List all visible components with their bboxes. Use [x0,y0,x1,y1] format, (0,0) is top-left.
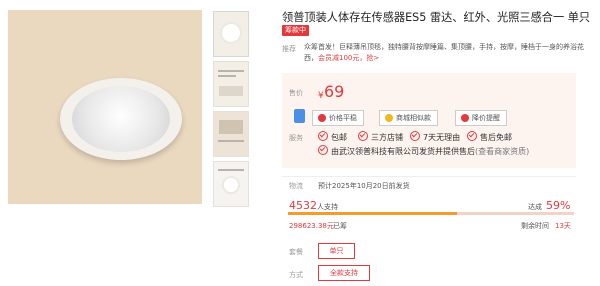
delivery-estimate: 预计2025年10月20日前发货 [318,182,410,190]
payment-option-full[interactable]: 全款支持 [318,265,370,281]
seller-qualification-link[interactable]: (查看商家资质) [475,147,529,156]
seller-info: 由武汉领普科技有限公司发货并提供售后(查看商家资质) [318,145,529,157]
check-icon [410,131,420,141]
funding-progress-bar [288,212,457,215]
thumbnail-4[interactable] [213,161,249,207]
check-icon [318,145,328,155]
price-trend-button[interactable]: 价格平稳 [312,110,364,126]
thumbnail-1[interactable] [213,11,249,57]
remaining-time: 13天 [555,222,571,230]
price-alert-label: 降价提醒 [472,114,500,122]
check-icon [358,131,368,141]
service-7day-return: 7天无理由 [423,133,461,142]
seller-text: 由武汉领普科技有限公司发货并提供售后 [331,147,475,156]
delivery-label: 物流 [289,182,303,190]
remaining-time-label: 剩余时间 [521,222,549,230]
service-free-shipping: 包邮 [331,133,347,142]
status-badge: 筹款中 [282,25,309,36]
similar-items-label: 商城相似款 [396,114,431,122]
similar-icon [385,114,393,122]
service-free-return-shipping: 售后免邮 [480,133,512,142]
price-trend-icon [318,114,326,122]
divider [282,176,576,177]
check-icon [467,131,477,141]
product-title: 领普顶装人体存在传感器ES5 雷达、红外、光照三感合一 单只 [282,11,591,24]
price-trend-label: 价格平稳 [329,114,357,122]
bell-icon [461,114,469,122]
sensor-lens [72,86,170,152]
thumbnail-2[interactable] [213,61,249,107]
currency-symbol: ¥ [318,91,324,101]
package-option-single[interactable]: 单只 [318,243,355,259]
buy-icon [294,109,305,123]
services-label: 服务 [289,134,303,142]
thumbnail-3[interactable] [213,111,249,157]
service-item: 包邮 [318,131,347,143]
funding-rate-label: 达成 [528,203,542,211]
recommend-label: 推荐 [282,45,296,53]
service-item: 三方店铺 [358,131,403,143]
service-item: 售后免邮 [467,131,512,143]
similar-items-button[interactable]: 商城相似款 [379,110,438,126]
funded-amount: 298623.38元 [289,222,334,230]
price-label: 售价 [289,89,303,97]
service-item: 7天无理由 [410,131,460,143]
recommend-text: 众筹首发！巨释薄吊顶毯，独特腰背按摩睡篇、集顶腰，手持，按摩，睡档于一身的养浴花… [304,42,588,64]
funding-rate: 59% [546,199,571,212]
check-icon [318,131,328,141]
price-value: 69 [324,82,345,101]
package-label: 套餐 [289,248,303,256]
product-main-image [8,10,202,204]
recommend-promo-link[interactable]: 会员减100元，抢> [318,54,379,62]
supporter-count: 4532 [289,199,317,212]
funded-amount-label: 已筹 [333,222,347,230]
price-alert-button[interactable]: 降价提醒 [455,110,507,126]
payment-label: 方式 [289,271,303,279]
service-third-party: 三方店铺 [371,133,403,142]
supporter-unit: 人支持 [317,203,338,211]
